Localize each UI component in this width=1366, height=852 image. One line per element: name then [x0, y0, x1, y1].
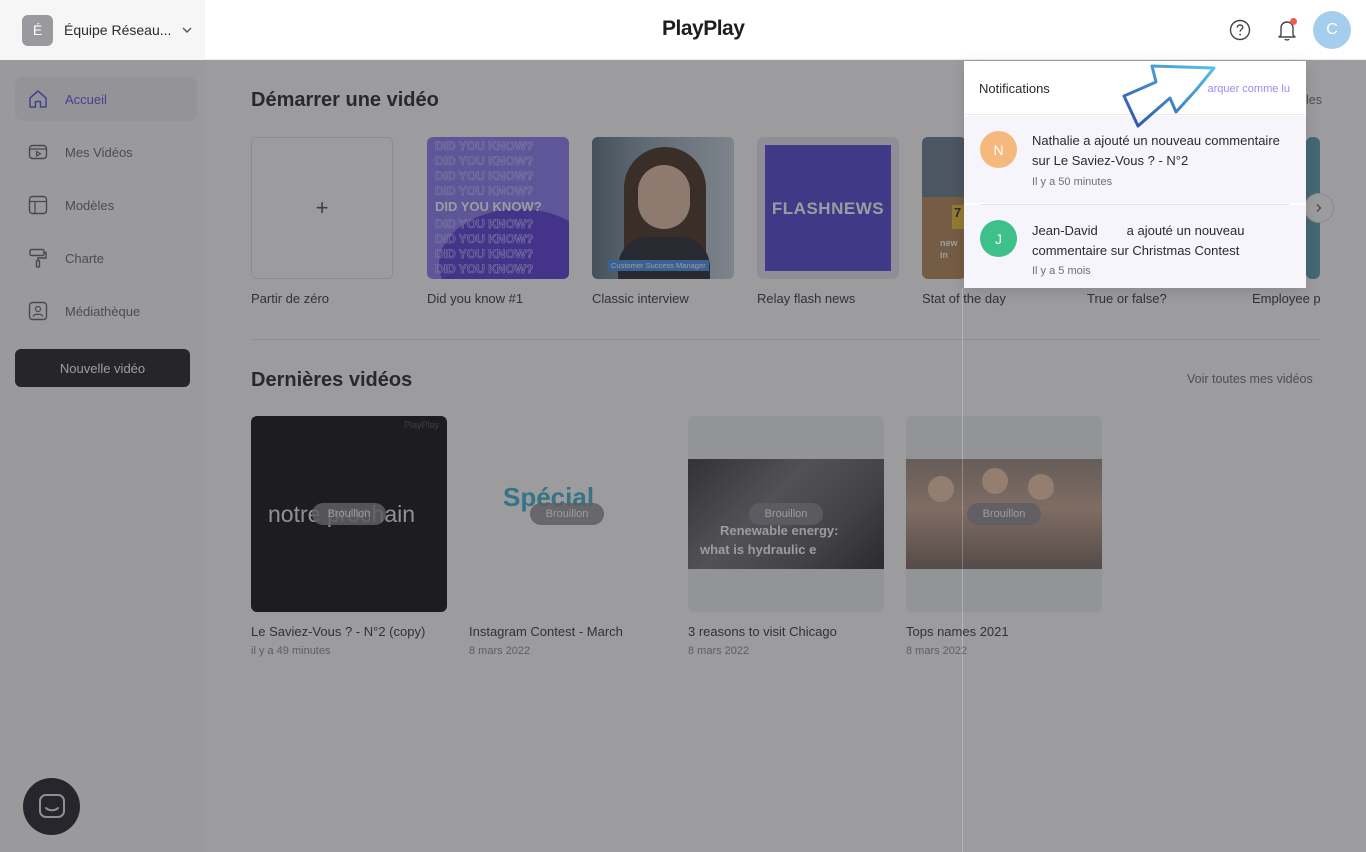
help-icon[interactable] — [1229, 19, 1251, 41]
team-avatar: É — [22, 14, 53, 46]
sidebar-item-label: Médiathèque — [65, 303, 141, 319]
thumbnail-background — [922, 137, 966, 197]
template-label: Relay flash news — [757, 291, 856, 306]
thumbnail-text: FLASH NEWS — [765, 145, 891, 271]
video-date: 8 mars 2022 — [469, 645, 531, 657]
see-all-templates-link[interactable]: les — [1306, 93, 1322, 107]
see-all-videos-link[interactable]: Voir toutes mes vidéos — [1187, 372, 1313, 386]
video-date: 8 mars 2022 — [906, 645, 968, 657]
chat-icon — [38, 793, 65, 818]
sidebar-item-charte[interactable]: Charte — [15, 236, 197, 280]
video-icon — [28, 144, 48, 160]
chat-launcher-button[interactable] — [23, 778, 80, 835]
template-card-blank[interactable]: + — [251, 137, 393, 279]
video-title[interactable]: Le Saviez-Vous ? - N°2 (copy) — [251, 624, 425, 639]
template-label: Stat of the day — [922, 291, 1006, 306]
video-card[interactable]: PlayPlay notre prochain Brouillon — [251, 416, 447, 612]
sidebar-item-mediatheque[interactable]: Médiathèque — [15, 289, 197, 333]
sidebar-item-modeles[interactable]: Modèles — [15, 183, 197, 227]
image-icon — [28, 301, 48, 321]
notification-text: Nathalie a ajouté un nouveau commentaire… — [1032, 133, 1280, 168]
team-name: Équipe Réseau... — [64, 22, 172, 38]
thumbnail-text: DID YOU KNOW? — [435, 184, 534, 199]
thumbnail-text: Renewable energy: — [720, 523, 839, 538]
notification-time: Il y a 5 mois — [1032, 265, 1091, 277]
new-video-button[interactable]: Nouvelle vidéo — [15, 349, 190, 387]
thumbnail-text: what is hydraulic e — [700, 542, 817, 557]
notification-badge — [1290, 18, 1297, 25]
draft-badge: Brouillon — [312, 503, 386, 525]
plus-icon: + — [315, 195, 329, 220]
template-card-did-you-know[interactable]: DID YOU KNOW? DID YOU KNOW? DID YOU KNOW… — [427, 137, 569, 279]
thumbnail-person — [1028, 474, 1054, 500]
video-date: 8 mars 2022 — [688, 645, 750, 657]
sidebar-item-label: Charte — [65, 250, 105, 266]
notification-time: Il y a 50 minutes — [1032, 176, 1113, 188]
thumbnail-text: DID YOU KNOW? — [435, 262, 534, 277]
thumbnail-text: DID YOU KNOW? — [435, 199, 542, 214]
thumbnail-caption: Customer Success Manager — [608, 260, 709, 271]
home-icon — [29, 90, 47, 108]
avatar: J — [980, 220, 1017, 257]
top-bar: É Équipe Réseau... PlayPlay C — [0, 0, 1366, 60]
thumbnail-text: DID YOU KNOW? — [435, 217, 534, 232]
draft-badge: Brouillon — [967, 503, 1041, 525]
video-card[interactable]: Renewable energy: what is hydraulic e Br… — [688, 416, 884, 612]
overlay-edge — [962, 288, 963, 852]
carousel-next-button[interactable] — [1304, 193, 1334, 223]
avatar: N — [980, 131, 1017, 168]
draft-badge: Brouillon — [749, 503, 823, 525]
notification-text: Jean-David a ajouté un nouveau commentai… — [1032, 223, 1249, 258]
latest-videos-title: Dernières vidéos — [251, 369, 413, 391]
video-card[interactable]: Spécial Brouillon — [469, 416, 665, 612]
sidebar-item-label: Modèles — [65, 197, 115, 213]
section-divider — [251, 339, 1321, 340]
thumbnail-text: DID YOU KNOW? — [435, 154, 534, 169]
notifications-title: Notifications — [979, 81, 1050, 96]
chevron-right-icon — [1316, 204, 1322, 212]
template-label: True or false? — [1087, 291, 1167, 306]
sidebar-item-mes-videos[interactable]: Mes Vidéos — [15, 130, 197, 174]
video-card[interactable]: Brouillon — [906, 416, 1102, 612]
sidebar: Accueil Mes Vidéos Modèles Charte Médiat… — [0, 60, 205, 852]
thumbnail-text: DID YOU KNOW? — [435, 232, 534, 247]
thumbnail-person — [618, 237, 710, 279]
video-title[interactable]: Tops names 2021 — [906, 624, 1009, 639]
video-title[interactable]: 3 reasons to visit Chicago — [688, 624, 837, 639]
sidebar-item-label: Accueil — [65, 91, 107, 107]
thumbnail-watermark: PlayPlay — [403, 420, 439, 430]
sidebar-item-label: Mes Vidéos — [65, 144, 133, 160]
thumbnail-text: new in — [940, 238, 958, 260]
template-label: Employee p — [1252, 291, 1320, 306]
template-card-classic-interview[interactable]: Customer Success Manager — [592, 137, 734, 279]
notification-item[interactable]: J Jean-David a ajouté un nouveau comment… — [964, 205, 1306, 288]
template-card-flash-news[interactable]: FLASH NEWS — [757, 137, 899, 279]
start-video-title: Démarrer une vidéo — [251, 89, 439, 111]
team-switcher[interactable]: É Équipe Réseau... — [0, 0, 205, 60]
template-card-stat-of-the-day[interactable]: 7 new in — [922, 137, 966, 279]
template-label: Did you know #1 — [427, 291, 524, 306]
paint-roller-icon — [29, 248, 47, 268]
template-label: Classic interview — [592, 291, 689, 306]
thumbnail-text: DID YOU KNOW? — [435, 247, 534, 262]
user-avatar[interactable]: C — [1313, 11, 1351, 49]
thumbnail-text: DID YOU KNOW? — [435, 139, 534, 154]
video-title[interactable]: Instagram Contest - March — [469, 624, 623, 639]
thumbnail-text: DID YOU KNOW? — [435, 169, 534, 184]
chevron-down-icon — [182, 27, 192, 33]
annotation-arrow-icon — [1122, 64, 1216, 128]
video-date: il y a 49 minutes — [251, 645, 331, 657]
sidebar-item-accueil[interactable]: Accueil — [15, 77, 197, 121]
thumbnail-person — [982, 468, 1008, 494]
draft-badge: Brouillon — [530, 503, 604, 525]
thumbnail-person — [638, 165, 690, 229]
app-logo[interactable]: PlayPlay — [662, 17, 745, 41]
thumbnail-person — [928, 476, 954, 502]
template-label: Partir de zéro — [251, 291, 330, 306]
template-icon — [28, 195, 48, 215]
